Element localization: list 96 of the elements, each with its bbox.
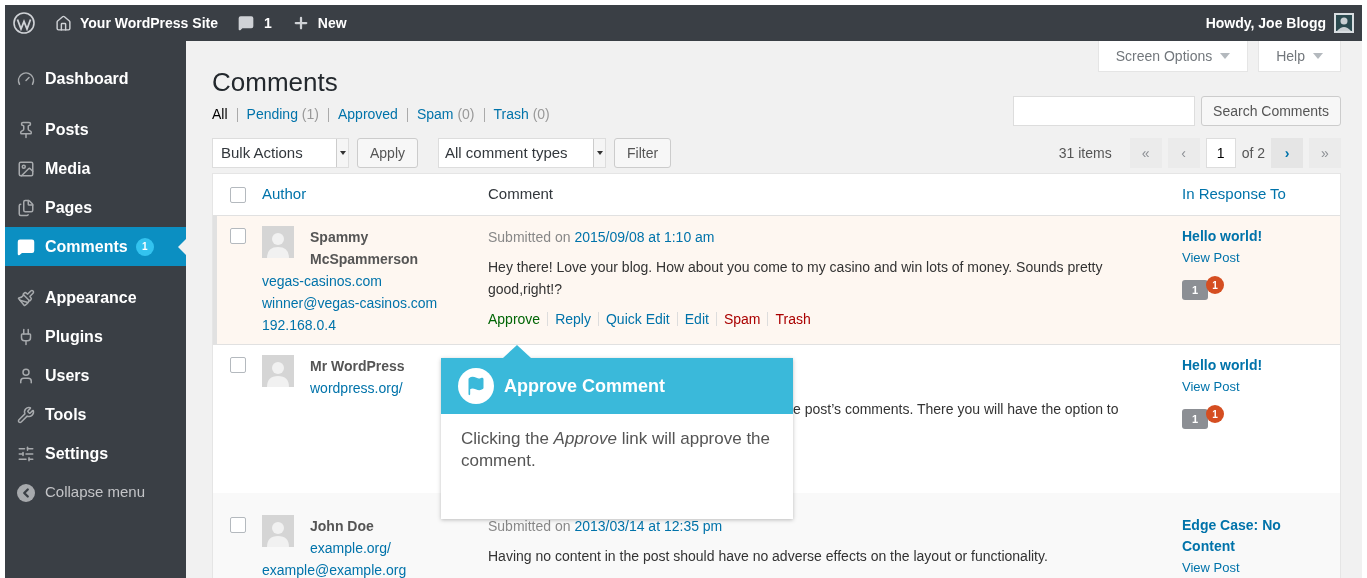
post-title-link[interactable]: Hello world! — [1182, 226, 1302, 247]
status-filter-link[interactable]: Approved — [337, 104, 398, 125]
comment-count-bubble[interactable]: 1 — [1182, 280, 1208, 300]
row-checkbox[interactable] — [230, 517, 246, 533]
sidebar-item[interactable]: Dashboard — [5, 59, 186, 98]
caret-icon — [339, 151, 346, 155]
current-page-field[interactable]: 1 — [1205, 138, 1236, 168]
sidebar-item[interactable]: Posts — [5, 110, 186, 149]
comments-count[interactable]: 1 — [263, 12, 272, 34]
row-action-link[interactable]: Quick Edit — [605, 308, 670, 330]
menu-item-icon — [17, 288, 35, 307]
column-header: Comment — [488, 184, 555, 205]
author-link[interactable]: vegas-casinos.com — [262, 270, 488, 292]
site-name-link[interactable]: Your WordPress Site — [80, 12, 218, 34]
wordpress-logo-icon[interactable] — [13, 12, 35, 34]
submitted-line: Submitted on 2015/09/08 at 1:10 am — [488, 228, 716, 247]
column-header[interactable]: Author — [262, 183, 488, 206]
view-post-link[interactable]: View Post — [1182, 557, 1340, 578]
search-field[interactable] — [1013, 96, 1196, 126]
post-title-link[interactable]: Hello world! — [1182, 355, 1302, 376]
row-action-link[interactable]: Reply — [555, 308, 591, 330]
menu-item-icon — [17, 159, 35, 178]
status-filter-link[interactable]: Trash (0) — [493, 104, 550, 125]
pending-count-badge: 1 — [1206, 405, 1224, 423]
sidebar-item[interactable]: Settings — [5, 434, 186, 473]
home-icon[interactable] — [55, 14, 72, 32]
total-pages: of 2 — [1241, 143, 1265, 163]
sidebar-item[interactable]: Tools — [5, 395, 186, 434]
comment-text: Hey there! Love your blog. How about you come to my casino and win lots of money. Sounds pretty good,right!? — [488, 258, 1104, 299]
menu-item-icon — [17, 198, 35, 217]
post-title-link[interactable]: Edge Case: No Content — [1182, 515, 1302, 557]
author-name: John Doe — [310, 517, 375, 536]
status-filter-link[interactable]: Spam (0) — [416, 104, 475, 125]
status-filter-link[interactable]: Pending (1) — [246, 104, 319, 125]
row-checkbox[interactable] — [230, 357, 246, 373]
bulk-actions-select[interactable]: Bulk Actions — [212, 138, 349, 168]
author-link[interactable]: 192.168.0.4 — [262, 314, 488, 336]
sidebar-item[interactable]: Media — [5, 149, 186, 188]
screen-meta-tab[interactable]: Screen Options — [1097, 41, 1249, 72]
status-filter-link[interactable]: All — [212, 104, 228, 125]
comment-count-bubble[interactable]: 1 — [1182, 409, 1208, 429]
view-post-link[interactable]: View Post — [1182, 376, 1340, 397]
filter-button[interactable]: Filter — [614, 138, 672, 168]
comment-type-select[interactable]: All comment types — [438, 138, 607, 168]
screen-meta-tab[interactable]: Help — [1258, 41, 1341, 72]
pending-count-badge: 1 — [1206, 276, 1224, 294]
author-link[interactable]: example@example.org — [262, 559, 488, 578]
menu-item-icon — [17, 120, 35, 139]
row-checkbox[interactable] — [230, 228, 246, 244]
submitted-line: Submitted on 2013/03/14 at 12:35 pm — [488, 517, 724, 536]
menu-item-icon — [17, 69, 35, 88]
row-action-link[interactable]: Trash — [775, 308, 811, 330]
column-header[interactable]: In Response To — [1182, 183, 1340, 206]
menu-item-icon — [17, 366, 35, 385]
avatar-icon — [262, 355, 294, 387]
row-action-link[interactable]: Approve — [488, 308, 541, 330]
comment-date-link[interactable]: 2015/09/08 at 1:10 am — [574, 229, 715, 245]
row-action-link[interactable]: Spam — [723, 308, 761, 330]
avatar-icon — [262, 515, 294, 547]
collapse-menu-button[interactable]: Collapse menu — [5, 473, 186, 512]
menu-item-icon — [17, 237, 35, 256]
sidebar-item[interactable]: Users — [5, 356, 186, 395]
pointer-title: Approve Comment — [504, 374, 665, 398]
row-action-link[interactable]: Edit — [684, 308, 709, 330]
menu-item-icon — [17, 405, 35, 424]
items-count: 31 items — [1058, 143, 1112, 163]
comment-icon[interactable] — [237, 15, 254, 31]
sidebar-item[interactable]: Appearance — [5, 278, 186, 317]
avatar-icon — [262, 226, 294, 258]
count-badge: 1 — [135, 237, 154, 256]
user-avatar-icon[interactable] — [1334, 13, 1354, 33]
comment-text: e post’s comments. There you will have the option to — [793, 400, 1119, 419]
author-link[interactable]: example.org/ — [310, 537, 450, 559]
caret-icon — [1220, 53, 1231, 59]
caret-icon — [1313, 53, 1323, 59]
flag-icon — [458, 368, 494, 404]
search-comments-button[interactable]: Search Comments — [1201, 96, 1341, 126]
new-link[interactable]: New — [317, 12, 347, 34]
pagination-button[interactable]: › — [1271, 138, 1303, 168]
author-name: Mr WordPress — [310, 357, 406, 376]
page-title: Comments — [212, 66, 338, 99]
view-post-link[interactable]: View Post — [1182, 247, 1340, 268]
menu-item-icon — [17, 444, 35, 463]
select-all-checkbox[interactable] — [230, 186, 246, 203]
comment-text: Having no content in the post should have no adverse effects on the layout or functionality. — [488, 547, 1049, 566]
pointer-text: Clicking the Approve link will approve the comment. — [460, 428, 771, 472]
author-link[interactable]: winner@vegas-casinos.com — [262, 292, 488, 314]
comment-date-link[interactable]: 2013/03/14 at 12:35 pm — [574, 518, 723, 534]
caret-icon — [596, 151, 603, 155]
sidebar-item[interactable]: Plugins — [5, 317, 186, 356]
apply-button[interactable]: Apply — [357, 138, 419, 168]
author-name: Spammy McSpammerson — [310, 228, 420, 269]
collapse-icon — [17, 483, 35, 502]
sidebar-item[interactable]: Comments 1 — [5, 227, 186, 266]
sidebar-item[interactable]: Pages — [5, 188, 186, 227]
greeting-link[interactable]: Howdy, Joe Blogg — [1205, 12, 1326, 34]
